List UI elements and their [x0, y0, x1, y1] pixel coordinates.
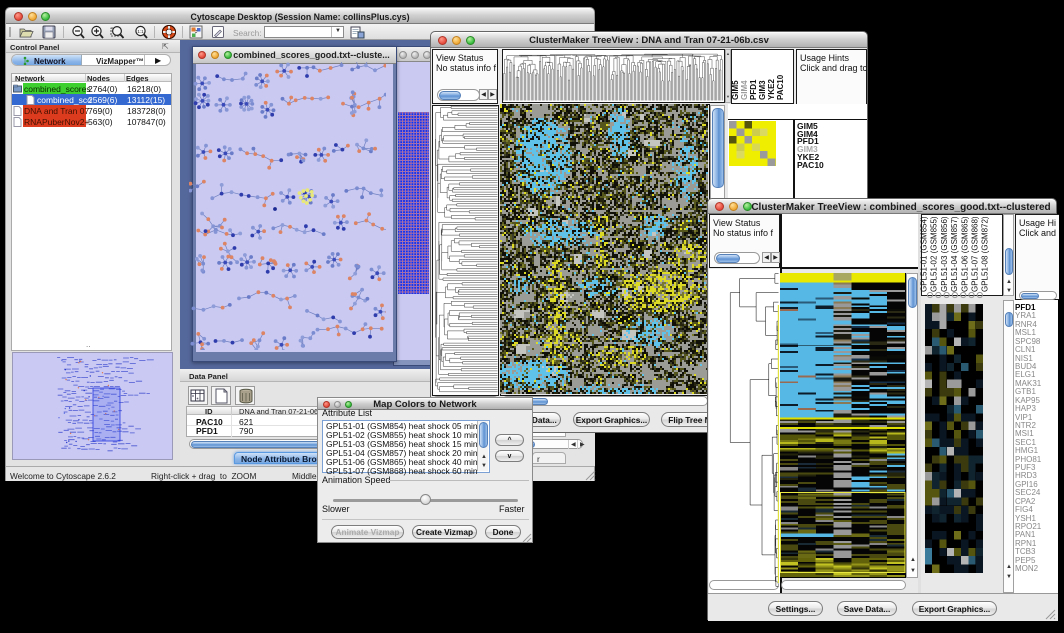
- svg-text:GPL51-06 (GSM865): GPL51-06 (GSM865): [960, 216, 969, 292]
- svg-text:YKE2: YKE2: [767, 79, 776, 100]
- svg-text:GIM5: GIM5: [731, 80, 740, 100]
- svg-text:PAC10: PAC10: [776, 74, 785, 100]
- svg-text:1:1: 1:1: [137, 29, 144, 34]
- svg-text:GPL51-02 (GSM855): GPL51-02 (GSM855): [930, 216, 939, 292]
- svg-text:GPL51-07 (GSM868): GPL51-07 (GSM868): [971, 216, 980, 292]
- svg-text:GPL51-08 (GSM872): GPL51-08 (GSM872): [981, 216, 990, 292]
- svg-text:GIM4: GIM4: [740, 80, 749, 100]
- svg-text:GPL51-04 (GSM857): GPL51-04 (GSM857): [950, 216, 959, 292]
- svg-text:GPL51-01 (GSM854): GPL51-01 (GSM854): [920, 216, 929, 292]
- svg-text:GPL51-03 (GSM856): GPL51-03 (GSM856): [940, 216, 949, 292]
- svg-text:PFD1: PFD1: [749, 79, 758, 100]
- svg-text:GIM3: GIM3: [758, 80, 767, 100]
